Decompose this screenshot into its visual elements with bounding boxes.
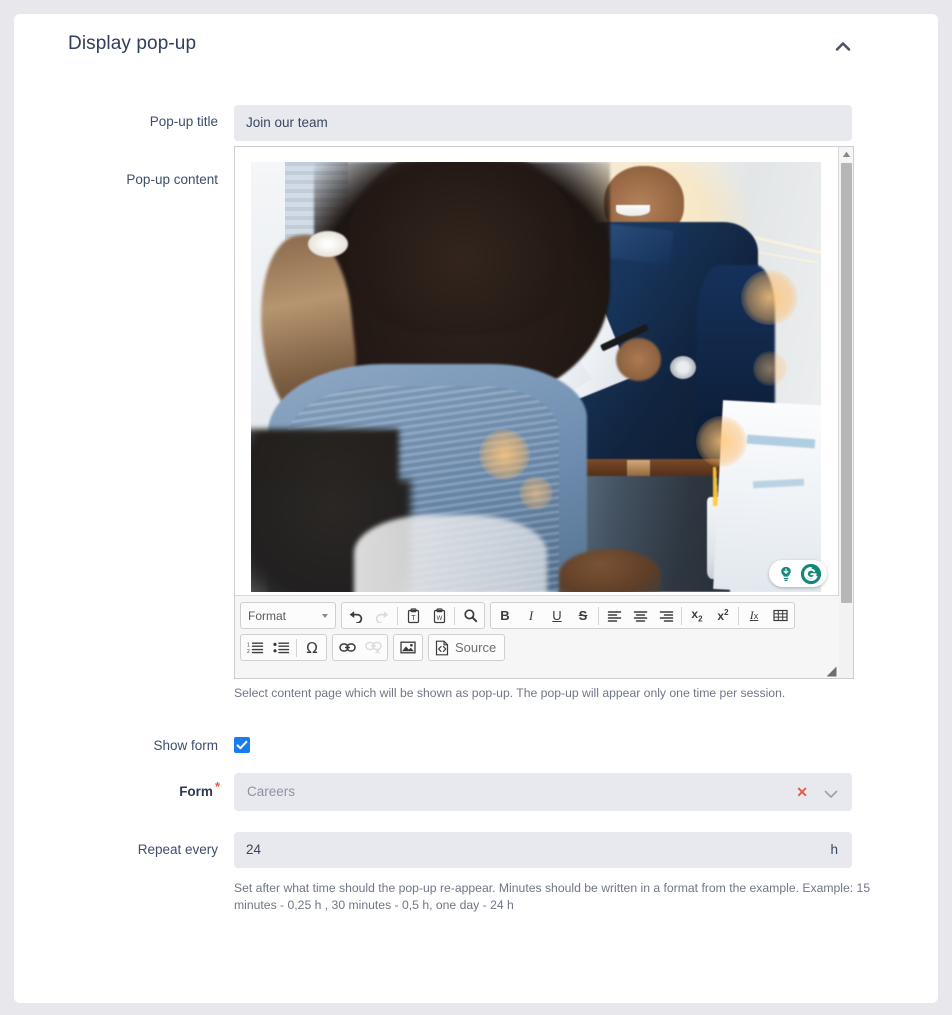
underline-icon[interactable]: U [544,603,570,628]
paste-as-plain-text-icon[interactable]: T [400,603,426,628]
form-select-value: Careers [247,784,296,799]
scrollbar-track[interactable] [839,603,853,678]
chevron-down-icon[interactable] [824,786,838,804]
popup-title-label: Pop-up title [149,114,218,129]
caret-up-icon[interactable] [839,147,853,162]
panel-header: Display pop-up [14,14,938,78]
toolbar-group-link [332,634,388,661]
align-center-icon[interactable] [627,603,653,628]
source-button[interactable]: Source [428,634,506,661]
svg-text:2: 2 [247,649,250,654]
svg-text:1: 1 [247,643,250,649]
format-dropdown[interactable]: Format [240,602,336,629]
editor-toolbar: Format T W B I U S x2 x2 Ix 1 2 Ω Source [235,595,839,678]
scrollbar-thumb[interactable] [841,163,852,603]
resize-grip-icon[interactable] [824,664,837,677]
source-button-label: Source [455,640,497,655]
toolbar-separator [397,606,398,625]
numbered-list-icon[interactable]: 1 2 [242,635,268,660]
toolbar-separator [454,606,455,625]
required-marker: * [214,779,220,794]
toolbar-separator [598,606,599,625]
bulleted-list-icon[interactable] [268,635,294,660]
image-icon[interactable] [395,635,421,660]
toolbar-separator [681,606,682,625]
show-form-label: Show form [153,738,218,753]
toolbar-group-image [393,634,423,661]
lightbulb-icon[interactable] [775,563,797,585]
rich-text-editor: Format T W B I U S x2 x2 Ix 1 2 Ω Source [234,146,854,679]
popup-content-help-text: Select content page which will be shown … [234,686,786,700]
grammarly-g-icon[interactable] [800,563,822,585]
toolbar-row-1: Format T W B I U S x2 x2 Ix [240,602,839,629]
redo-icon[interactable] [369,603,395,628]
link-icon[interactable] [334,635,360,660]
chevron-up-icon[interactable] [830,34,856,60]
repeat-every-help-text: Set after what time should the pop-up re… [234,881,871,912]
align-left-icon[interactable] [601,603,627,628]
source-icon [435,640,449,655]
repeat-every-input[interactable]: 24 [234,832,852,868]
form-select[interactable]: Careers ✕ [234,773,852,811]
bold-icon[interactable]: B [492,603,518,628]
find-icon[interactable] [457,603,483,628]
editor-content-area[interactable] [235,147,839,595]
paste-from-word-icon[interactable]: W [426,603,452,628]
undo-icon[interactable] [343,603,369,628]
editor-scrollbar[interactable] [838,147,853,678]
toolbar-group-lists: 1 2 Ω [240,634,327,661]
superscript-icon[interactable]: x2 [710,603,736,628]
remove-format-icon[interactable]: Ix [741,603,767,628]
close-icon[interactable]: ✕ [796,783,808,801]
form-label-text: Form [179,784,213,799]
toolbar-group-clipboard: T W [341,602,485,629]
page-title: Display pop-up [68,33,197,54]
toolbar-group-text-style: B I U S x2 x2 Ix [490,602,795,629]
special-character-icon[interactable]: Ω [299,635,325,660]
table-icon[interactable] [767,603,793,628]
subscript-icon[interactable]: x2 [684,603,710,628]
format-dropdown-label: Format [248,608,287,623]
repeat-every-label: Repeat every [137,842,218,857]
align-right-icon[interactable] [653,603,679,628]
strikethrough-icon[interactable]: S [570,603,596,628]
italic-icon[interactable]: I [518,603,544,628]
popup-title-input[interactable]: Join our team [234,105,852,141]
unlink-icon[interactable] [360,635,386,660]
grammarly-widget[interactable] [769,560,827,587]
display-popup-panel: Display pop-up Pop-up title Join our tea… [14,14,938,1003]
popup-content-label: Pop-up content [126,172,218,187]
chevron-down-icon [322,613,328,618]
svg-text:W: W [436,616,442,622]
show-form-checkbox[interactable] [234,737,250,753]
form-label: Form * [14,779,220,800]
toolbar-row-2: 1 2 Ω Source [240,634,839,661]
svg-text:T: T [411,615,416,622]
toolbar-separator [738,606,739,625]
repeat-every-unit: h [830,842,838,857]
popup-content-image [251,162,821,592]
toolbar-separator [296,638,297,657]
